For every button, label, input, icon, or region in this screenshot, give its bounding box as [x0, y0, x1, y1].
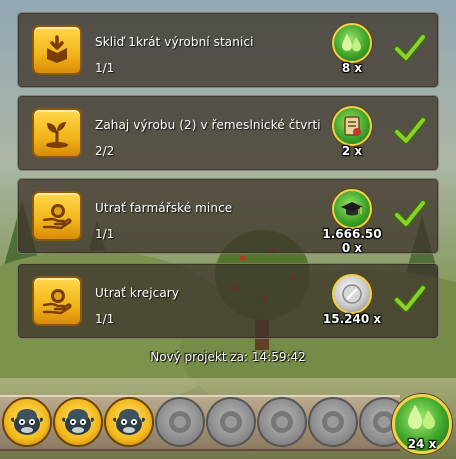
craft-scroll-icon [332, 106, 372, 146]
empty-slot-icon [220, 411, 242, 433]
task-row: Utrať farmářské mince 1/1 1.666.50 0 x [17, 178, 439, 255]
box-download-icon [32, 25, 82, 75]
check-icon [393, 199, 427, 228]
check-icon [393, 33, 427, 62]
progress-slot-empty [308, 397, 358, 447]
green-drops-icon [332, 23, 372, 63]
task-progress: 1/1 [95, 61, 115, 75]
task-title: Zahaj výrobu (2) v řemeslnické čtvrti [95, 118, 321, 132]
silver-coin-icon [332, 274, 372, 314]
task-progress: 1/1 [95, 227, 115, 241]
total-reward-amount: 24 x [407, 437, 437, 451]
task-title: Utrať farmářské mince [95, 201, 233, 215]
reward-amount: 15.240 x [322, 312, 382, 326]
sheep-slot-filled [104, 397, 154, 447]
reward-amount: 2 x [341, 144, 363, 158]
sheep-icon [113, 409, 145, 435]
check-icon [393, 116, 427, 145]
task-reward: 15.240 x [323, 274, 381, 330]
graduation-cap-icon [332, 189, 372, 229]
next-project-timer: Nový projekt za: 14:59:42 [150, 350, 306, 364]
empty-slot-icon [271, 411, 293, 433]
hand-coin-icon [32, 191, 82, 241]
task-reward: 2 x [326, 106, 378, 162]
task-row: Utrať krejcary 1/1 15.240 x [17, 263, 439, 339]
sprout-icon [32, 108, 82, 158]
task-row: Skliď 1krát výrobní stanici 1/1 8 x [17, 12, 439, 88]
reward-amount: 1.666.50 [322, 227, 382, 241]
progress-slot-empty [257, 397, 307, 447]
task-row: Zahaj výrobu (2) v řemeslnické čtvrti 2/… [17, 95, 439, 171]
task-reward: 8 x [326, 23, 378, 79]
empty-slot-icon [169, 411, 191, 433]
task-progress: 1/1 [95, 312, 115, 326]
task-panel: Skliď 1krát výrobní stanici 1/1 8 x Zaha… [0, 0, 456, 378]
sheep-icon [11, 409, 43, 435]
hand-coin-icon [32, 276, 82, 326]
reward-amount: 8 x [341, 61, 363, 75]
progress-slot-empty [155, 397, 205, 447]
sheep-icon [62, 409, 94, 435]
sheep-slot-filled [2, 397, 52, 447]
task-progress: 2/2 [95, 144, 115, 158]
sheep-slot-filled [53, 397, 103, 447]
check-icon [393, 284, 427, 313]
task-reward: 1.666.50 0 x [322, 189, 382, 255]
reward-multiplier: 0 x [341, 241, 363, 255]
task-title: Skliď 1krát výrobní stanici [95, 35, 254, 49]
empty-slot-icon [322, 411, 344, 433]
task-title: Utrať krejcary [95, 286, 180, 300]
progress-slot-empty [206, 397, 256, 447]
